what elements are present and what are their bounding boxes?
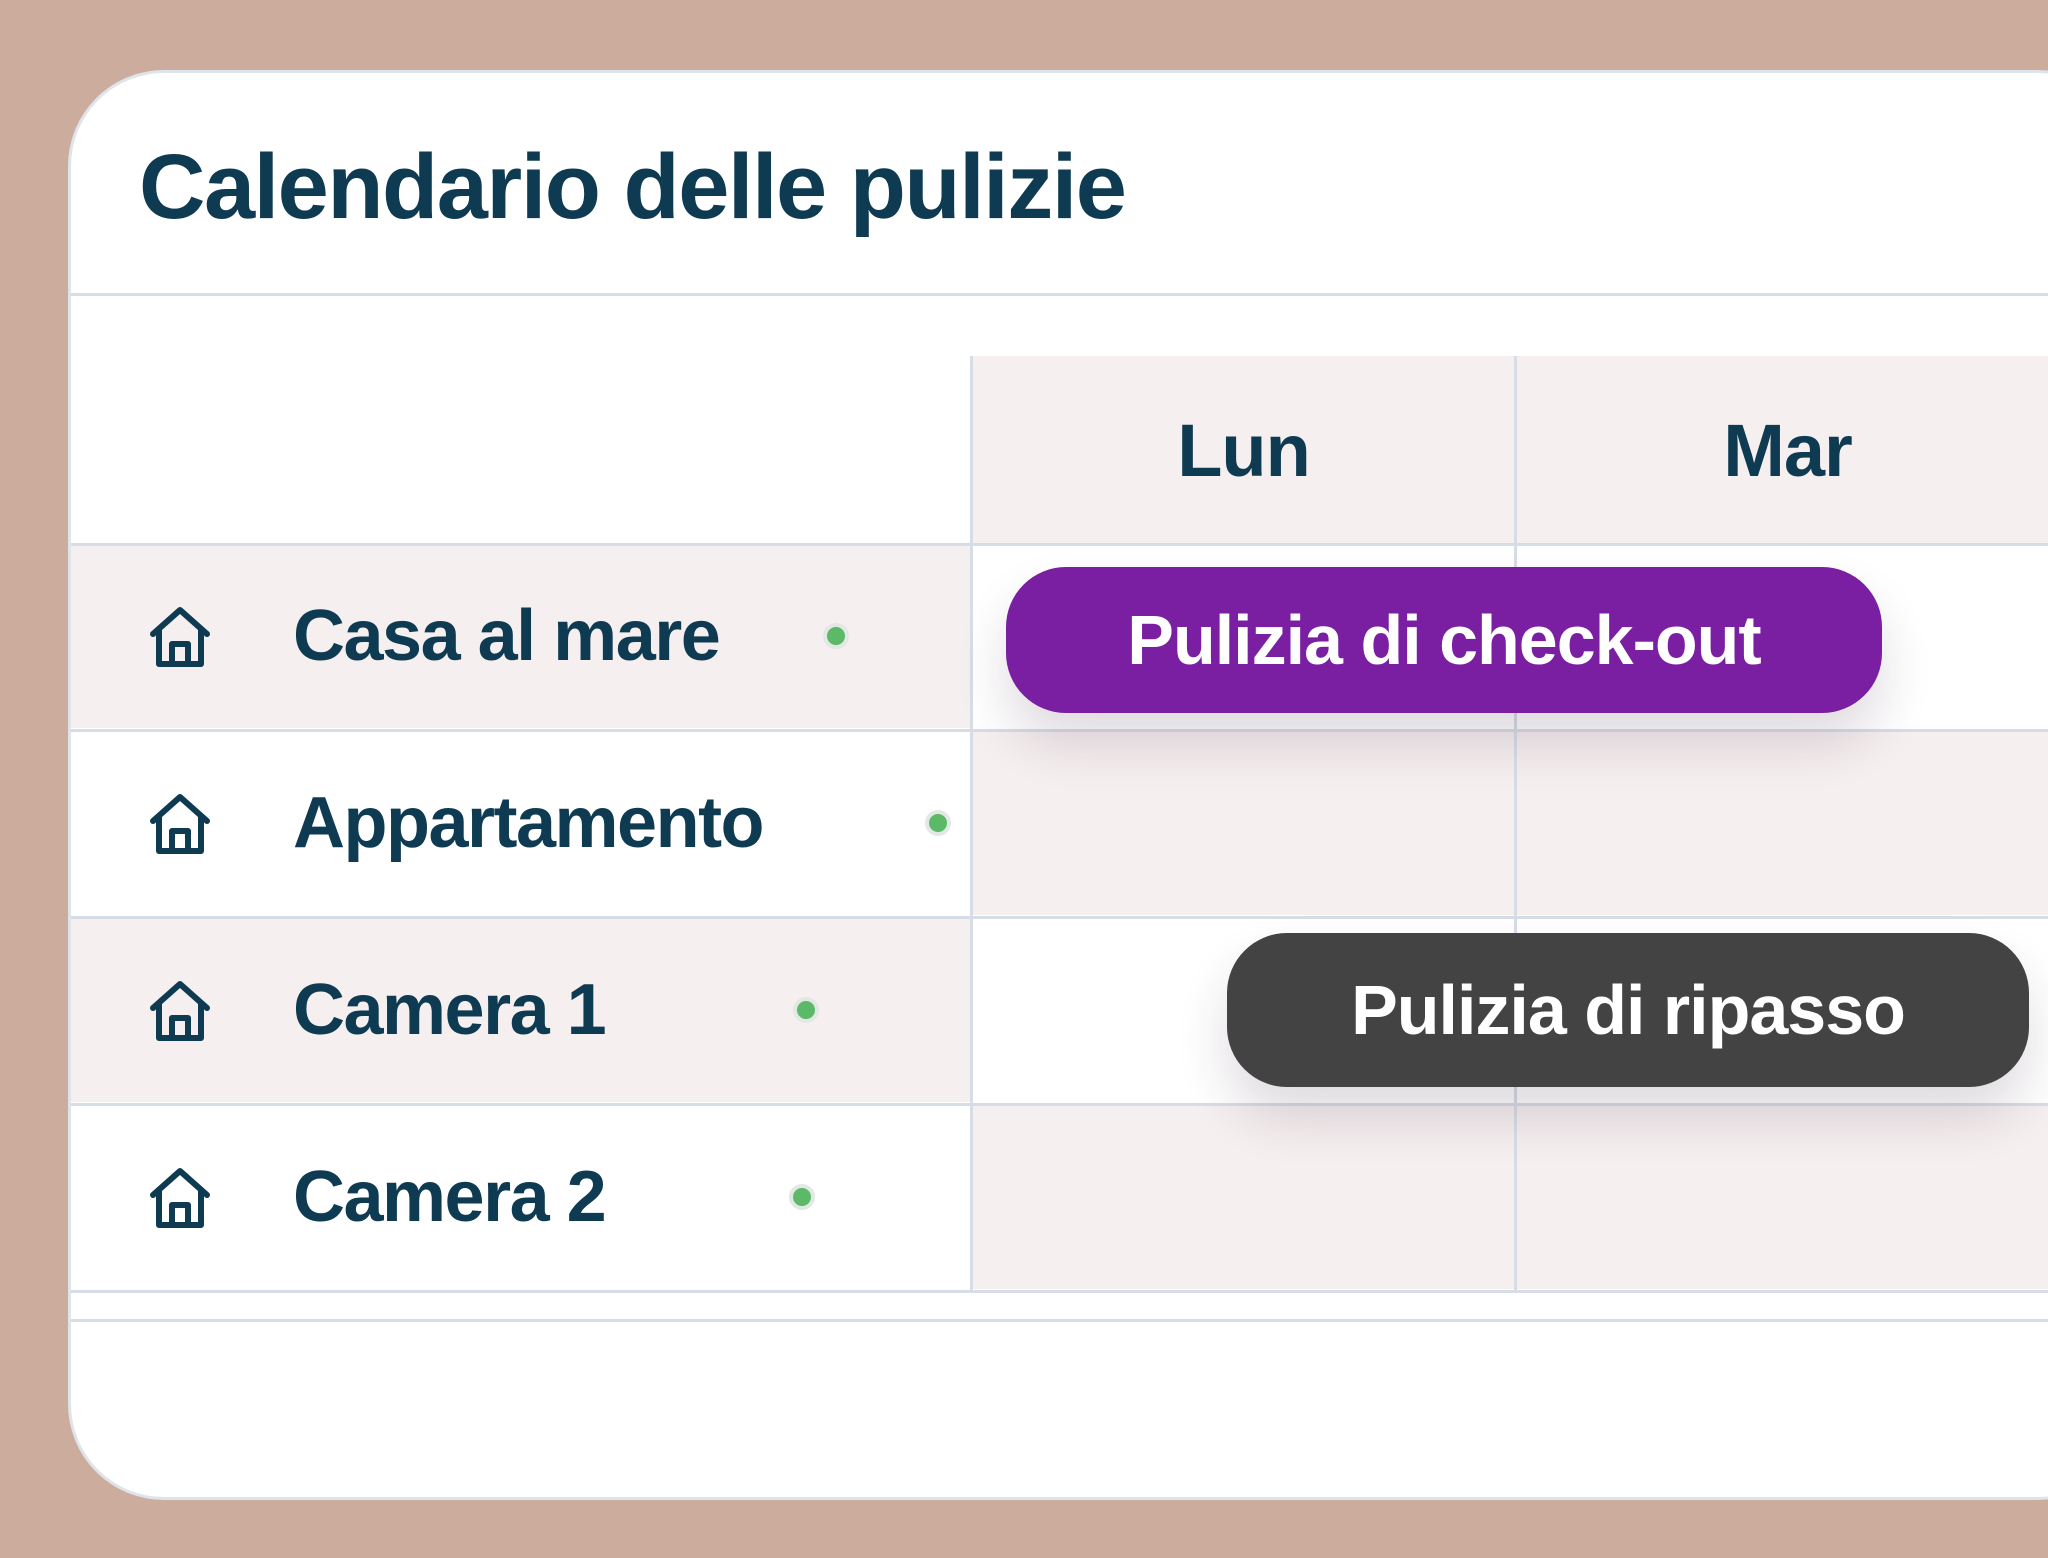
event-checkout-cleaning[interactable]: Pulizia di check-out	[1006, 567, 1882, 713]
property-row-camera-2[interactable]: Camera 2	[71, 1105, 971, 1289]
house-icon	[150, 794, 210, 854]
house-icon	[150, 981, 210, 1041]
page-title: Calendario delle pulizie	[139, 136, 1127, 238]
status-dot	[789, 1184, 815, 1210]
status-dot	[925, 810, 951, 836]
day-header-lun: Lun	[1177, 408, 1311, 492]
calendar-card: Calendario delle pulizie Lun Mar Casa al…	[68, 70, 2048, 1500]
status-dot	[793, 997, 819, 1023]
title-divider	[71, 293, 2048, 296]
property-row-camera-1[interactable]: Camera 1	[71, 918, 971, 1102]
property-row-casa-al-mare[interactable]: Casa al mare	[71, 544, 971, 728]
event-touchup-cleaning[interactable]: Pulizia di ripasso	[1227, 933, 2029, 1087]
property-name: Camera 1	[293, 970, 607, 1050]
property-name: Casa al mare	[293, 596, 721, 676]
property-name: Camera 2	[293, 1157, 607, 1237]
property-name: Appartamento	[293, 783, 765, 863]
grid-line	[71, 1290, 2048, 1293]
house-icon	[150, 1168, 210, 1228]
day-cells-row4	[971, 1105, 2048, 1289]
house-icon	[150, 607, 210, 667]
day-header-mar: Mar	[1723, 408, 1853, 492]
grid-line	[71, 1319, 2048, 1322]
property-row-appartamento[interactable]: Appartamento	[71, 731, 971, 915]
day-cells-row2	[971, 731, 2048, 915]
status-dot	[823, 623, 849, 649]
